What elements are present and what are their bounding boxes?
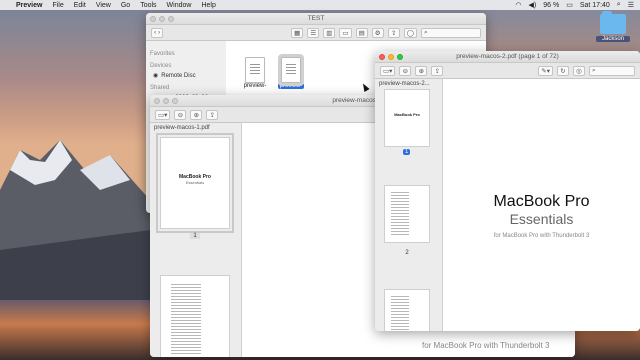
preview2-thumbnail-sidebar: preview-macos-2... MacBook Pro 1 2 — [375, 79, 443, 331]
file-name: preview- — [278, 83, 304, 89]
preview-window-2: preview-macos-2.pdf (page 1 of 72) ▭▾ ⊖ … — [375, 51, 640, 331]
pdf-document-icon — [278, 54, 304, 86]
doc-tagline: for MacBook Pro with Thunderbolt 3 — [493, 233, 590, 239]
menu-help[interactable]: Help — [201, 2, 215, 9]
favorites-header: Favorites — [150, 51, 175, 57]
zoom-icon[interactable] — [172, 97, 178, 104]
preview2-search-field[interactable]: ⌕ — [589, 65, 635, 76]
page-thumbnail-2[interactable] — [160, 275, 230, 357]
battery-icon[interactable]: ▭ — [566, 1, 573, 9]
preview2-title: preview-macos-2.pdf (page 1 of 72) — [456, 53, 559, 60]
zoom-out-icon[interactable]: ⊖ — [174, 109, 187, 120]
finder-search-field[interactable]: ⌕ — [421, 27, 481, 38]
preview1-thumbnail-sidebar: preview-macos-1.pdf MacBook Pro Essentia… — [150, 123, 242, 357]
wifi-icon[interactable]: ◠ — [515, 1, 521, 9]
page-thumbnail-3[interactable] — [384, 289, 430, 331]
page-thumbnail-2[interactable] — [384, 185, 430, 243]
minimize-icon[interactable] — [159, 15, 165, 22]
preview2-toolbar: ▭▾ ⊖ ⊕ ⇪ ✎▾ ↻ ◎ ⌕ — [375, 63, 640, 79]
close-icon[interactable] — [154, 97, 160, 104]
back-forward-button[interactable]: ‹ › — [151, 27, 164, 38]
zoom-in-icon[interactable]: ⊕ — [415, 65, 428, 76]
folder-icon — [600, 11, 626, 34]
view-icons-button[interactable]: ▦ — [291, 27, 304, 38]
action-button[interactable]: ⚙ — [371, 27, 384, 38]
menu-edit[interactable]: Edit — [74, 2, 86, 9]
sidebar-toggle-button[interactable]: ▭▾ — [380, 65, 396, 76]
pdf-document-icon — [245, 57, 265, 83]
toc-lines — [391, 296, 409, 331]
sidebar-file-name: preview-macos-1.pdf — [154, 125, 210, 131]
share-button[interactable]: ⇪ — [387, 27, 400, 38]
view-list-button[interactable]: ☰ — [307, 27, 320, 38]
page-thumbnail-1[interactable]: MacBook Pro Essentials — [156, 133, 234, 233]
disc-icon: ◉ — [153, 73, 159, 79]
desktop-folder-label: Jackson — [596, 36, 630, 42]
preview2-titlebar[interactable]: preview-macos-2.pdf (page 1 of 72) — [375, 51, 640, 63]
menu-file[interactable]: File — [52, 2, 63, 9]
toc-lines — [171, 284, 201, 354]
window-controls — [150, 15, 174, 22]
clock[interactable]: Sat 17:40 — [580, 2, 610, 9]
sidebar-toggle-button[interactable]: ▭▾ — [155, 109, 171, 120]
devices-header: Devices — [150, 63, 172, 69]
preview2-document: MacBook Pro Essentials for MacBook Pro w… — [443, 79, 640, 331]
zoom-in-icon[interactable]: ⊕ — [190, 109, 203, 120]
finder-toolbar: ‹ › ▦ ☰ ▥ ▭ ▤ ⚙ ⇪ ◯ ⌕ — [146, 25, 486, 41]
zoom-icon[interactable] — [168, 15, 174, 22]
desktop-folder[interactable]: Jackson — [596, 11, 630, 42]
sidebar-item-label: Remote Disc — [161, 72, 196, 79]
markup-toolbar-icon[interactable]: ◎ — [573, 65, 585, 76]
view-gallery-button[interactable]: ▭ — [339, 27, 352, 38]
zoom-icon[interactable] — [397, 53, 403, 60]
status-area: ◠ ◀) 96 % ▭ Sat 17:40 ⌕ ☰ — [515, 1, 634, 9]
doc-big-tag: for MacBook Pro with Thunderbolt 3 — [422, 341, 550, 350]
shared-header: Shared — [150, 85, 170, 91]
minimize-icon[interactable] — [388, 53, 394, 60]
finder-title: TEST — [307, 15, 325, 22]
search-icon[interactable]: ⌕ — [617, 1, 621, 9]
page-number-1: 1 — [190, 233, 200, 239]
doc-title: MacBook Pro — [493, 193, 590, 210]
menu-view[interactable]: View — [96, 2, 111, 9]
zoom-out-icon[interactable]: ⊖ — [399, 65, 412, 76]
thumb-cover-title: MacBook Pro — [394, 112, 420, 117]
page-number-1-selected: 1 — [403, 149, 411, 155]
minimize-icon[interactable] — [163, 97, 169, 104]
group-button[interactable]: ▤ — [355, 27, 368, 38]
window-controls — [154, 97, 178, 104]
notification-center-icon[interactable]: ☰ — [628, 1, 634, 9]
share-icon[interactable]: ⇪ — [206, 109, 219, 120]
finder-titlebar[interactable]: TEST — [146, 13, 486, 25]
menu-tools[interactable]: Tools — [140, 2, 156, 9]
thumb-cover-sub: Essentials — [185, 180, 205, 185]
menu-go[interactable]: Go — [121, 2, 130, 9]
file-name: preview- — [243, 83, 267, 89]
doc-subtitle: Essentials — [509, 211, 574, 227]
menu-window[interactable]: Window — [167, 2, 192, 9]
toc-lines — [391, 192, 409, 236]
share-icon[interactable]: ⇪ — [431, 65, 444, 76]
sidebar-item-remote-disc[interactable]: ◉ Remote Disc — [153, 72, 222, 80]
window-controls — [379, 53, 403, 60]
battery-percent[interactable]: 96 % — [543, 2, 559, 9]
menu-app-name[interactable]: Preview — [16, 2, 42, 9]
file-item[interactable]: preview- — [242, 57, 268, 89]
sidebar-file-name: preview-macos-2... — [379, 81, 430, 87]
close-icon[interactable] — [379, 53, 385, 60]
view-columns-button[interactable]: ▥ — [323, 27, 336, 38]
page-thumbnail-1[interactable]: MacBook Pro — [384, 89, 430, 147]
close-icon[interactable] — [150, 15, 156, 22]
menu-bar: Preview File Edit View Go Tools Window H… — [0, 0, 640, 10]
volume-icon[interactable]: ◀) — [529, 1, 537, 9]
page-number-2: 2 — [405, 250, 409, 256]
markup-pen-icon[interactable]: ✎▾ — [538, 65, 553, 76]
rotate-icon[interactable]: ↻ — [557, 65, 569, 76]
file-item-selected[interactable]: preview- — [278, 54, 304, 89]
tags-button[interactable]: ◯ — [403, 27, 417, 38]
